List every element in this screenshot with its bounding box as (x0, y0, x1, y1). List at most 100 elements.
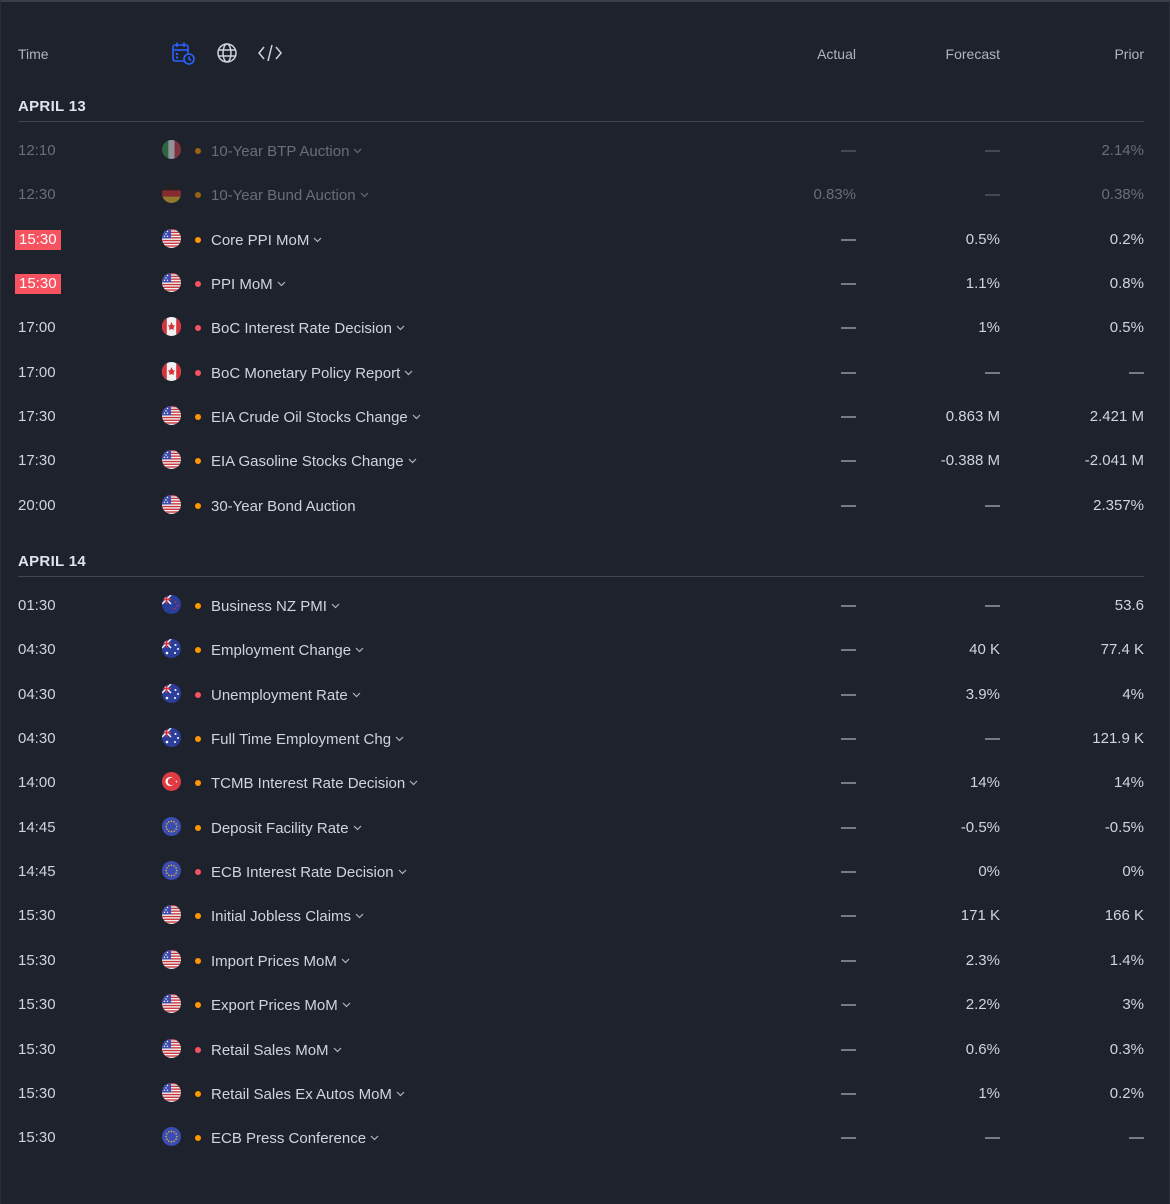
au-flag-icon (162, 639, 181, 659)
time-column-header[interactable]: Time (18, 46, 49, 62)
event-row[interactable]: 17:00 BoC Interest Rate Decision — 1% 0.5% (0, 317, 1170, 363)
importance-dot-icon (195, 603, 201, 609)
event-name-label: EIA Crude Oil Stocks Change (211, 409, 408, 427)
event-row[interactable]: 15:30 Retail Sales Ex Autos MoM — 1% 0.2% (0, 1082, 1170, 1129)
importance-dot-icon (195, 957, 201, 964)
prior-value: — (1129, 363, 1144, 381)
event-time: 17:30 (18, 408, 56, 426)
code-icon[interactable] (257, 40, 283, 66)
chevron-down-icon[interactable] (398, 866, 407, 878)
event-row[interactable]: 17:00 BoC Monetary Policy Report — — — (0, 361, 1170, 408)
prior-value: 166 K (1104, 907, 1144, 925)
event-row[interactable]: 17:30 EIA Crude Oil Stocks Change — 0.863 M… (0, 406, 1170, 452)
event-name[interactable]: 10-Year Bund Auction (211, 187, 369, 204)
prior-value: 0.5% (1109, 319, 1144, 337)
event-name[interactable]: BoC Monetary Policy Report (211, 365, 413, 382)
event-row[interactable]: 15:30 PPI MoM — 1.1% 0.8% (0, 273, 1170, 319)
actual-column-header[interactable]: Actual (817, 46, 856, 62)
chevron-down-icon[interactable] (342, 999, 351, 1011)
chevron-down-icon[interactable] (370, 1132, 379, 1144)
chevron-down-icon[interactable] (396, 1088, 405, 1100)
event-name-label: BoC Monetary Policy Report (211, 364, 401, 382)
chevron-down-icon[interactable] (412, 411, 421, 423)
chevron-down-icon[interactable] (352, 689, 361, 701)
event-name[interactable]: Business NZ PMI (211, 598, 340, 615)
event-name-label: Import Prices MoM (211, 952, 337, 970)
chevron-down-icon[interactable] (355, 644, 364, 656)
event-name[interactable]: ECB Interest Rate Decision (211, 864, 407, 881)
us-flag-icon (162, 1038, 181, 1058)
event-name[interactable]: 10-Year BTP Auction (211, 143, 362, 160)
importance-dot-icon (195, 736, 201, 743)
event-row[interactable]: 01:30 Business NZ PMI — — 53.6 (0, 595, 1170, 641)
event-name[interactable]: Retail Sales Ex Autos MoM (211, 1086, 405, 1103)
chevron-down-icon[interactable] (409, 777, 418, 789)
event-row[interactable]: 15:30 ECB Press Conference — — — (0, 1127, 1170, 1173)
event-row[interactable]: 14:00 TCMB Interest Rate Decision — 14% 14% (0, 772, 1170, 818)
event-row[interactable]: 04:30 Full Time Employment Chg — — 121.9 K (0, 728, 1170, 774)
event-name[interactable]: BoC Interest Rate Decision (211, 320, 405, 337)
event-name[interactable]: PPI MoM (211, 276, 286, 293)
chevron-down-icon[interactable] (395, 733, 404, 745)
event-row[interactable]: 12:30 10-Year Bund Auction 0.83% — 0.38% (0, 184, 1170, 230)
chevron-down-icon[interactable] (341, 955, 350, 967)
chevron-down-icon[interactable] (353, 822, 362, 834)
event-name[interactable]: Deposit Facility Rate (211, 820, 362, 837)
forecast-value: 2.2% (965, 996, 1000, 1014)
event-row[interactable]: 20:00 30-Year Bond Auction — — 2.357% (0, 494, 1170, 541)
forecast-value: — (985, 496, 1000, 514)
event-row[interactable]: 15:30 Retail Sales MoM — 0.6% 0.3% (0, 1038, 1170, 1085)
event-name[interactable]: Initial Jobless Claims (211, 908, 364, 925)
chevron-down-icon[interactable] (408, 455, 417, 467)
event-name[interactable]: Import Prices MoM (211, 953, 350, 970)
event-name[interactable]: TCMB Interest Rate Decision (211, 775, 418, 792)
event-row[interactable]: 15:30 Export Prices MoM — 2.2% 3% (0, 994, 1170, 1040)
calendar-clock-icon[interactable] (170, 40, 196, 66)
event-name[interactable]: EIA Crude Oil Stocks Change (211, 409, 421, 426)
chevron-down-icon[interactable] (333, 1044, 342, 1056)
forecast-column-header[interactable]: Forecast (946, 46, 1000, 62)
de-flag-icon (162, 184, 181, 204)
forecast-value: 0.863 M (945, 408, 1000, 426)
event-name-label: 10-Year Bund Auction (211, 187, 356, 205)
chevron-down-icon[interactable] (360, 189, 369, 201)
prior-column-header[interactable]: Prior (1114, 46, 1144, 62)
event-name[interactable]: EIA Gasoline Stocks Change (211, 453, 417, 470)
chevron-down-icon[interactable] (313, 234, 322, 246)
globe-icon[interactable] (214, 40, 240, 66)
prior-value: 0.3% (1109, 1040, 1144, 1058)
event-name[interactable]: Core PPI MoM (211, 232, 322, 249)
us-flag-icon (162, 450, 181, 470)
event-name[interactable]: 30-Year Bond Auction (211, 498, 356, 515)
event-row[interactable]: 17:30 EIA Gasoline Stocks Change — -0.388 M… (0, 450, 1170, 496)
event-name[interactable]: Employment Change (211, 642, 364, 659)
prior-value: 0.8% (1109, 275, 1144, 293)
forecast-value: 0.6% (965, 1040, 1000, 1058)
chevron-down-icon[interactable] (355, 910, 364, 922)
event-name[interactable]: Unemployment Rate (211, 687, 361, 704)
event-name-label: 10-Year BTP Auction (211, 143, 350, 160)
event-row[interactable]: 14:45 Deposit Facility Rate — -0.5% -0.5% (0, 816, 1170, 863)
event-name-label: Initial Jobless Claims (211, 908, 352, 926)
event-name[interactable]: ECB Press Conference (211, 1130, 379, 1147)
event-name[interactable]: Full Time Employment Chg (211, 731, 404, 748)
event-row[interactable]: 15:30 Initial Jobless Claims — 171 K 166 K (0, 905, 1170, 951)
chevron-down-icon[interactable] (353, 145, 362, 157)
chevron-down-icon[interactable] (404, 367, 413, 379)
us-flag-icon (162, 905, 181, 925)
event-row[interactable]: 14:45 ECB Interest Rate Decision — 0% 0% (0, 861, 1170, 907)
chevron-down-icon[interactable] (277, 278, 286, 290)
event-row[interactable]: 04:30 Employment Change — 40 K 77.4 K (0, 639, 1170, 685)
event-row[interactable]: 04:30 Unemployment Rate — 3.9% 4% (0, 683, 1170, 730)
importance-dot-icon (195, 1090, 201, 1097)
actual-value: — (841, 774, 856, 792)
actual-value: — (841, 863, 856, 881)
event-name[interactable]: Export Prices MoM (211, 997, 351, 1014)
event-row[interactable]: 15:30 Core PPI MoM — 0.5% 0.2% (0, 228, 1170, 275)
event-row[interactable]: 12:10 10-Year BTP Auction — — 2.14% (0, 140, 1170, 186)
importance-dot-icon (195, 414, 201, 421)
event-name[interactable]: Retail Sales MoM (211, 1042, 342, 1059)
event-row[interactable]: 15:30 Import Prices MoM — 2.3% 1.4% (0, 949, 1170, 996)
chevron-down-icon[interactable] (396, 322, 405, 334)
chevron-down-icon[interactable] (331, 600, 340, 612)
